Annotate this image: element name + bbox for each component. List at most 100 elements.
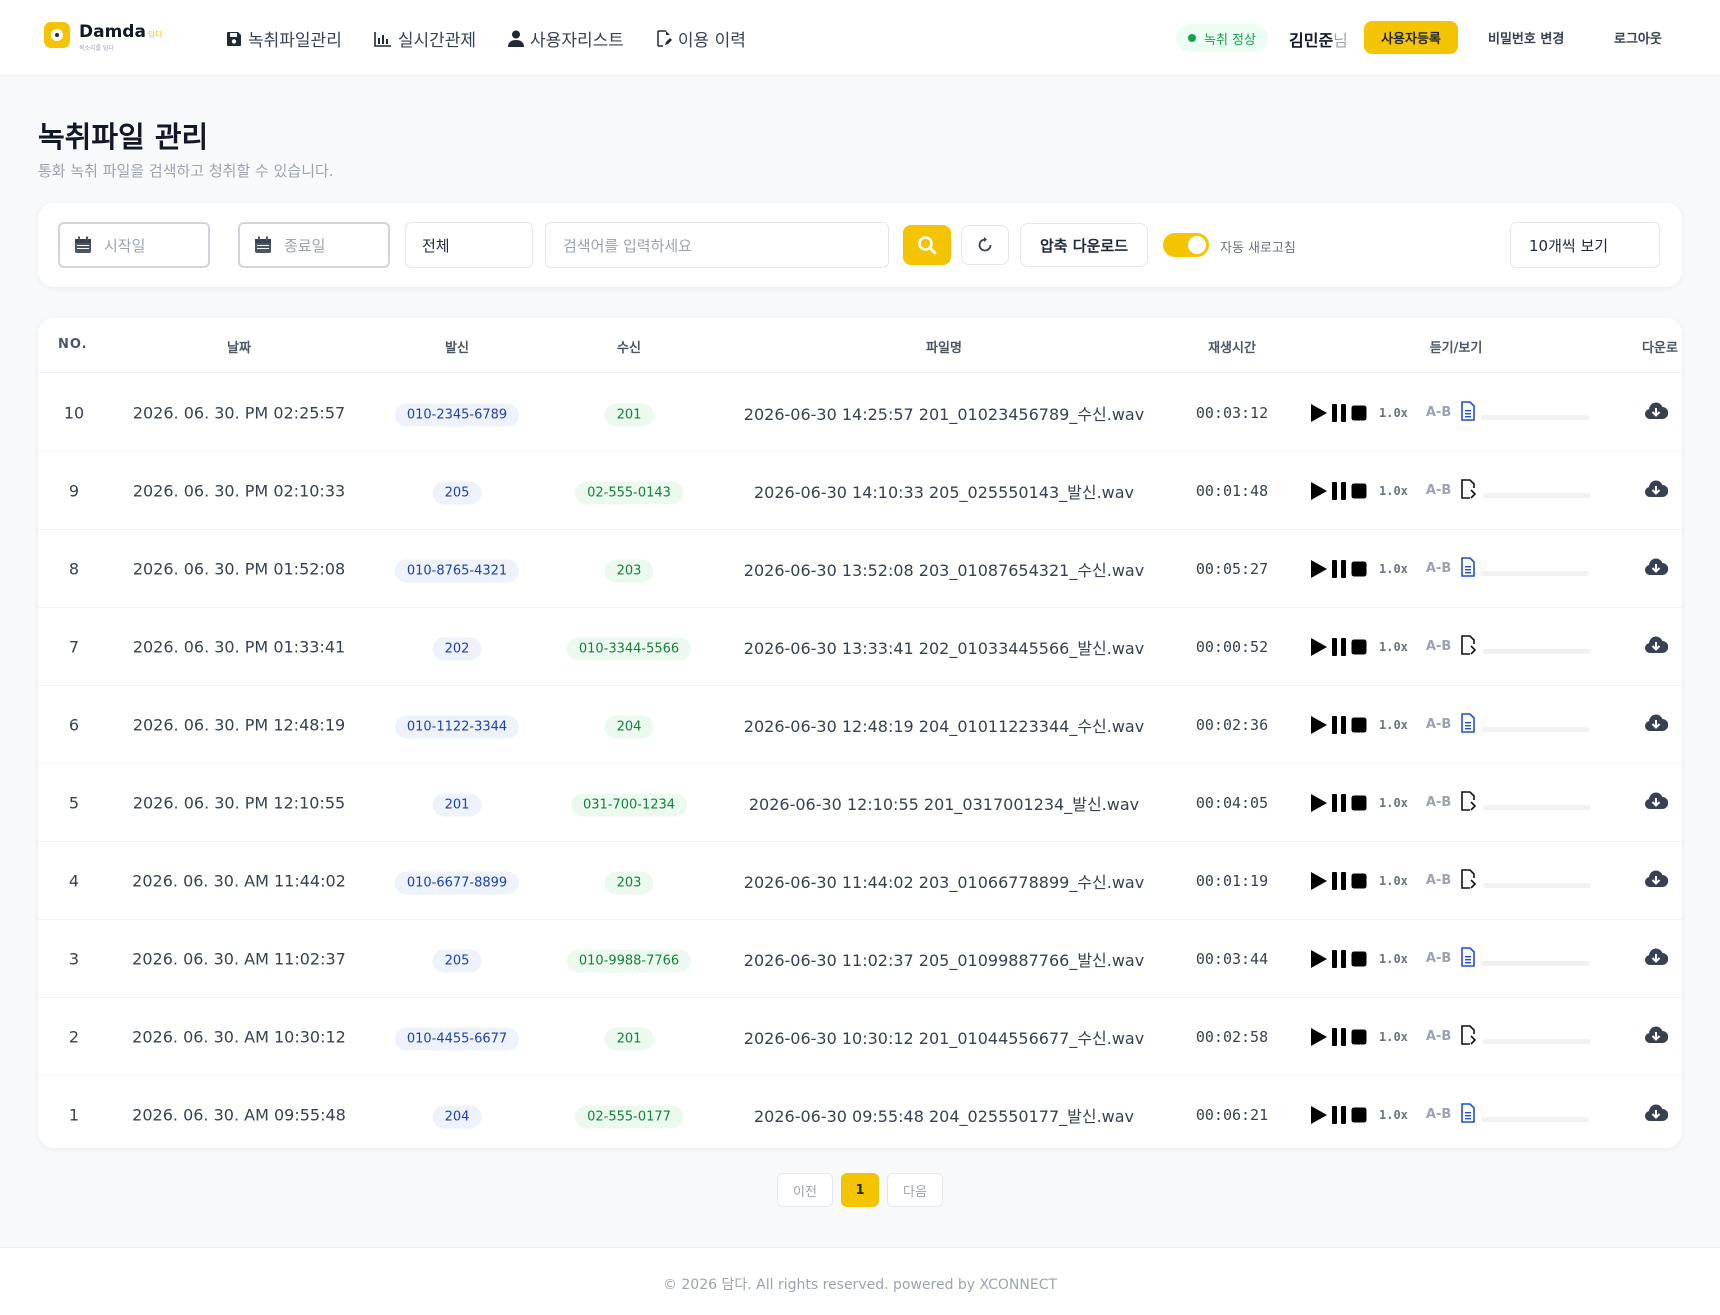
start-date-field[interactable]: 시작일 [58, 222, 210, 268]
ab-repeat-button[interactable]: A-B [1426, 405, 1451, 420]
stop-icon[interactable] [1351, 950, 1367, 968]
speed-button[interactable]: 1.0x [1379, 718, 1408, 732]
transcript-button[interactable] [1461, 556, 1476, 581]
playback-progress[interactable] [1483, 493, 1592, 498]
play-icon[interactable] [1310, 949, 1328, 969]
end-date-field[interactable]: 종료일 [238, 222, 390, 268]
change-password-link[interactable]: 비밀번호 변경 [1488, 28, 1564, 47]
page-size-select[interactable]: 10개씩 보기 [1510, 222, 1660, 268]
speed-button[interactable]: 1.0x [1379, 484, 1408, 498]
auto-refresh-toggle[interactable] [1163, 233, 1209, 257]
playback-progress[interactable] [1481, 727, 1590, 732]
playback-progress[interactable] [1483, 649, 1592, 654]
speed-button[interactable]: 1.0x [1379, 952, 1408, 966]
refresh-button[interactable] [961, 225, 1009, 265]
speed-button[interactable]: 1.0x [1379, 562, 1408, 576]
download-button[interactable] [1644, 636, 1669, 658]
stop-icon[interactable] [1351, 638, 1367, 656]
search-button[interactable] [903, 225, 951, 265]
pause-icon[interactable] [1331, 871, 1347, 891]
ab-repeat-button[interactable]: A-B [1426, 639, 1451, 654]
transcript-button[interactable] [1461, 790, 1477, 815]
download-button[interactable] [1644, 792, 1669, 814]
ab-repeat-button[interactable]: A-B [1426, 561, 1451, 576]
zip-download-button[interactable]: 압축 다운로드 [1020, 223, 1148, 267]
download-button[interactable] [1644, 870, 1669, 892]
transcript-button[interactable] [1461, 634, 1477, 659]
play-icon[interactable] [1310, 637, 1328, 657]
pause-icon[interactable] [1331, 559, 1347, 579]
page-1-button[interactable]: 1 [841, 1173, 879, 1207]
download-button[interactable] [1644, 714, 1669, 736]
ab-repeat-button[interactable]: A-B [1426, 873, 1451, 888]
download-button[interactable] [1644, 480, 1669, 502]
ab-repeat-button[interactable]: A-B [1426, 795, 1451, 810]
pause-icon[interactable] [1331, 793, 1347, 813]
next-page-button[interactable]: 다음 [887, 1173, 943, 1207]
pause-icon[interactable] [1331, 1105, 1347, 1125]
stop-icon[interactable] [1351, 1106, 1367, 1124]
pause-icon[interactable] [1331, 949, 1347, 969]
playback-progress[interactable] [1481, 961, 1590, 966]
playback-progress[interactable] [1483, 805, 1592, 810]
nav-item-history[interactable]: 이용 이력 [656, 26, 746, 51]
speed-button[interactable]: 1.0x [1379, 1108, 1408, 1122]
type-select[interactable]: 전체 [405, 222, 533, 268]
transcript-button[interactable] [1461, 712, 1476, 737]
ab-repeat-button[interactable]: A-B [1426, 717, 1451, 732]
stop-icon[interactable] [1351, 560, 1367, 578]
play-icon[interactable] [1310, 481, 1328, 501]
stop-icon[interactable] [1351, 794, 1367, 812]
prev-page-button[interactable]: 이전 [777, 1173, 833, 1207]
brand-logo[interactable]: Damda 담다 목소리를 담다 [44, 22, 163, 52]
speed-button[interactable]: 1.0x [1379, 640, 1408, 654]
transcript-button[interactable] [1461, 478, 1477, 503]
play-icon[interactable] [1310, 559, 1328, 579]
pause-icon[interactable] [1331, 637, 1347, 657]
download-button[interactable] [1644, 558, 1669, 580]
playback-progress[interactable] [1483, 1039, 1592, 1044]
play-icon[interactable] [1310, 793, 1328, 813]
speed-button[interactable]: 1.0x [1379, 1030, 1408, 1044]
pause-icon[interactable] [1331, 403, 1347, 423]
nav-item-users[interactable]: 사용자리스트 [508, 26, 624, 51]
stop-icon[interactable] [1351, 872, 1367, 890]
transcript-button[interactable] [1461, 1102, 1476, 1127]
ab-repeat-button[interactable]: A-B [1426, 951, 1451, 966]
playback-progress[interactable] [1481, 1117, 1590, 1122]
pause-icon[interactable] [1331, 481, 1347, 501]
register-user-button[interactable]: 사용자등록 [1364, 21, 1458, 54]
pause-icon[interactable] [1331, 715, 1347, 735]
playback-progress[interactable] [1481, 415, 1590, 420]
nav-item-recordings[interactable]: 녹취파일관리 [226, 26, 342, 51]
transcript-button[interactable] [1461, 1024, 1477, 1049]
ab-repeat-button[interactable]: A-B [1426, 1029, 1451, 1044]
stop-icon[interactable] [1351, 404, 1367, 422]
download-button[interactable] [1644, 402, 1669, 424]
stop-icon[interactable] [1351, 1028, 1367, 1046]
ab-repeat-button[interactable]: A-B [1426, 1107, 1451, 1122]
stop-icon[interactable] [1351, 482, 1367, 500]
ab-repeat-button[interactable]: A-B [1426, 483, 1451, 498]
pause-icon[interactable] [1331, 1027, 1347, 1047]
download-button[interactable] [1644, 1026, 1669, 1048]
play-icon[interactable] [1310, 871, 1328, 891]
play-icon[interactable] [1310, 403, 1328, 423]
download-button[interactable] [1644, 948, 1669, 970]
speed-button[interactable]: 1.0x [1379, 874, 1408, 888]
transcript-button[interactable] [1461, 868, 1477, 893]
logout-link[interactable]: 로그아웃 [1614, 28, 1662, 47]
transcript-button[interactable] [1461, 400, 1476, 425]
playback-progress[interactable] [1483, 883, 1592, 888]
search-input[interactable]: 검색어를 입력하세요 [545, 222, 889, 268]
play-icon[interactable] [1310, 1027, 1328, 1047]
speed-button[interactable]: 1.0x [1379, 796, 1408, 810]
play-icon[interactable] [1310, 1105, 1328, 1125]
playback-progress[interactable] [1481, 571, 1590, 576]
speed-button[interactable]: 1.0x [1379, 406, 1408, 420]
stop-icon[interactable] [1351, 716, 1367, 734]
nav-item-monitoring[interactable]: 실시간관제 [374, 26, 476, 51]
play-icon[interactable] [1310, 715, 1328, 735]
transcript-button[interactable] [1461, 946, 1476, 971]
download-button[interactable] [1644, 1104, 1669, 1126]
